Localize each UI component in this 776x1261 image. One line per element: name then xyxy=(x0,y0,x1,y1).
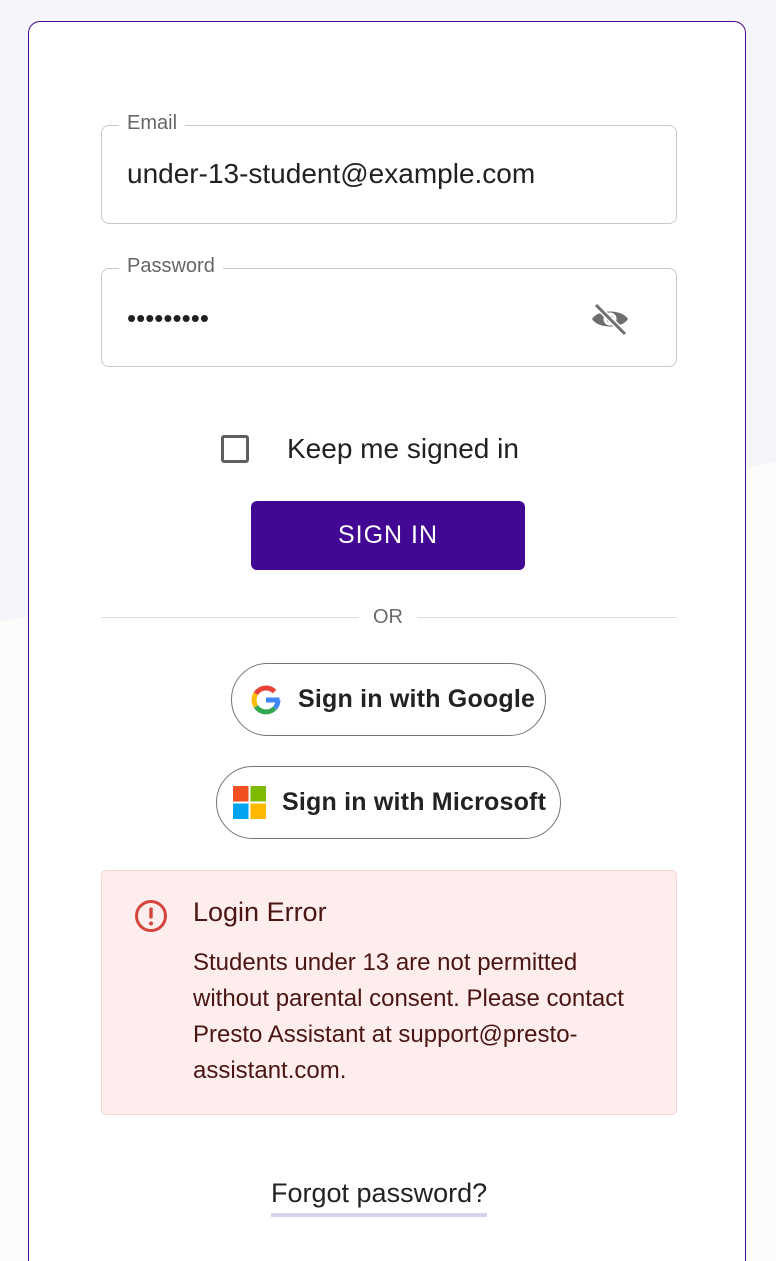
email-value[interactable]: under-13-student@example.com xyxy=(127,158,535,190)
or-divider-label: OR xyxy=(373,606,403,628)
divider-right xyxy=(417,617,677,618)
login-error-alert: Login Error Students under 13 are not pe… xyxy=(101,870,677,1115)
login-card: Email under-13-student@example.com Passw… xyxy=(28,21,746,1261)
google-sign-in-label: Sign in with Google xyxy=(298,685,536,713)
password-value[interactable]: ••••••••• xyxy=(127,303,209,334)
google-g-logo-icon xyxy=(248,682,284,718)
keep-signed-in-row[interactable]: Keep me signed in xyxy=(221,433,519,465)
sign-in-button[interactable]: SIGN IN xyxy=(251,501,525,570)
microsoft-logo-icon xyxy=(233,786,266,819)
divider-left xyxy=(101,617,359,618)
alert-title: Login Error xyxy=(193,897,327,927)
alert-message: Students under 13 are not permitted with… xyxy=(193,949,624,1084)
microsoft-sign-in-button[interactable]: Sign in with Microsoft xyxy=(216,766,561,839)
forgot-password-link[interactable]: Forgot password? xyxy=(271,1178,488,1217)
keep-signed-in-checkbox[interactable] xyxy=(221,435,249,463)
email-field[interactable]: Email under-13-student@example.com xyxy=(101,112,677,224)
email-label: Email xyxy=(119,112,186,135)
password-label: Password xyxy=(119,255,223,278)
error-circle-icon xyxy=(134,899,168,938)
google-sign-in-button[interactable]: Sign in with Google xyxy=(231,663,546,736)
eye-off-icon[interactable] xyxy=(588,301,632,337)
keep-signed-in-label: Keep me signed in xyxy=(287,433,519,464)
password-field[interactable]: Password ••••••••• xyxy=(101,255,677,367)
microsoft-sign-in-label: Sign in with Microsoft xyxy=(282,788,547,816)
